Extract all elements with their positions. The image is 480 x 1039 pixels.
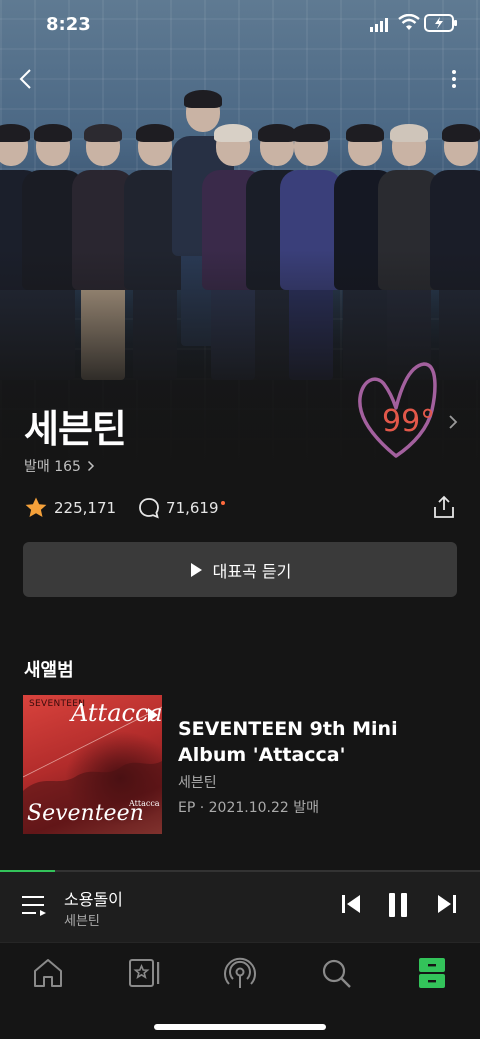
status-bar: 8:23	[0, 0, 480, 50]
album-cover[interactable]: SEVENTEEN Attacca Seventeen Attacca	[23, 695, 162, 834]
release-count: 발매 165	[24, 459, 81, 475]
status-time: 8:23	[46, 14, 91, 35]
play-top-songs-label: 대표곡 듣기	[212, 561, 292, 581]
bottom-tab-bar	[0, 942, 480, 1039]
comment-stat[interactable]: 71,619	[138, 497, 225, 519]
podcast-icon[interactable]	[222, 955, 258, 991]
play-icon[interactable]	[147, 707, 159, 723]
playback-progress	[0, 870, 480, 872]
previous-track-icon[interactable]	[340, 892, 362, 916]
my-drawer-icon[interactable]	[414, 955, 450, 991]
now-playing-title: 소용돌이	[64, 890, 123, 909]
home-indicator	[154, 1024, 326, 1030]
like-stat[interactable]: 225,171	[24, 496, 116, 520]
chevron-right-icon	[87, 460, 94, 472]
next-track-icon[interactable]	[436, 892, 458, 916]
artist-name: 세븐틴	[24, 407, 127, 451]
new-comment-dot	[220, 501, 225, 505]
library-card-icon[interactable]	[126, 955, 162, 991]
back-arrow-icon[interactable]	[14, 64, 38, 94]
new-album-section-title: 새앨범	[24, 660, 74, 681]
album-title[interactable]: SEVENTEEN 9th Mini Album 'Attacca'	[178, 716, 468, 768]
artist-stats: 225,171 71,619	[24, 494, 456, 522]
release-count-link[interactable]: 발매 165	[24, 456, 95, 476]
mini-player[interactable]: 소용돌이 세븐틴	[0, 870, 480, 942]
like-count: 225,171	[54, 499, 117, 517]
playback-progress-fill	[0, 870, 56, 872]
share-icon[interactable]	[432, 494, 456, 520]
home-icon[interactable]	[30, 955, 66, 991]
cover-script: Seventeen	[27, 801, 144, 826]
chevron-right-icon[interactable]	[448, 414, 458, 430]
wifi-icon	[398, 14, 420, 30]
pause-icon[interactable]	[386, 892, 410, 918]
battery-icon	[424, 14, 457, 32]
playlist-icon[interactable]	[22, 894, 48, 918]
comment-count: 71,619	[166, 499, 219, 517]
star-icon	[25, 497, 47, 517]
play-top-songs-button[interactable]: 대표곡 듣기	[23, 542, 457, 597]
album-artist[interactable]: 세븐틴	[178, 772, 217, 792]
comment-icon	[139, 498, 159, 519]
play-icon	[190, 562, 202, 577]
cover-subtitle: Attacca	[129, 799, 160, 808]
more-options-icon[interactable]	[444, 64, 464, 94]
search-icon[interactable]	[318, 955, 354, 991]
album-meta: EP · 2021.10.22 발매	[178, 800, 320, 816]
temperature-value[interactable]: 99°	[382, 404, 435, 439]
cellular-signal-icon	[370, 18, 388, 32]
now-playing-artist: 세븐틴	[64, 914, 100, 929]
